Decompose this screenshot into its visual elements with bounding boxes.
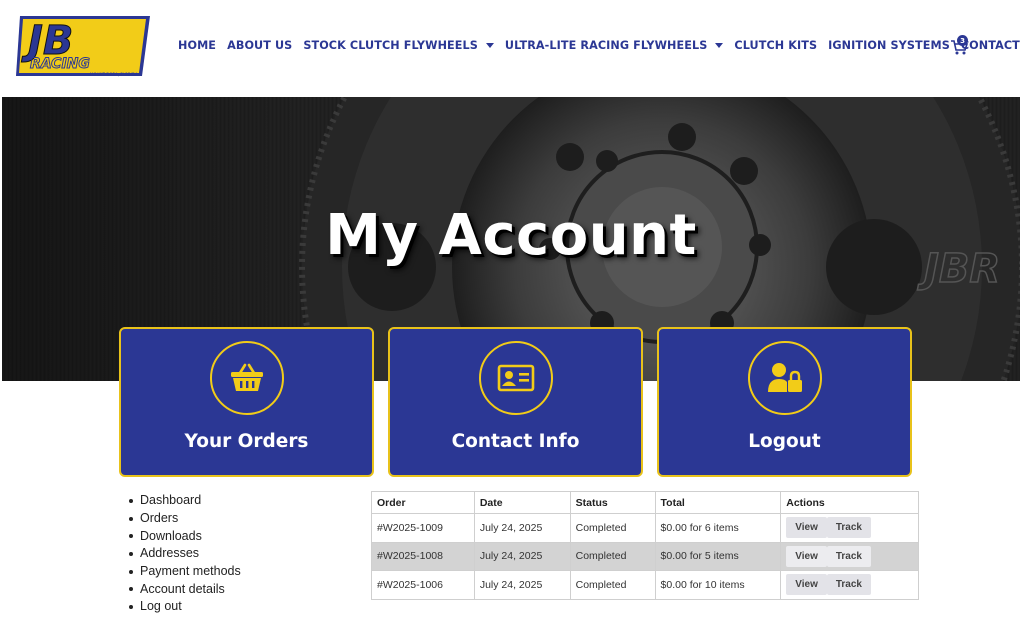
- order-total: $0.00 for 6 items: [654, 513, 782, 543]
- svg-text:MOUNT DORA, FLORIDA: MOUNT DORA, FLORIDA: [90, 72, 138, 77]
- account-nav-payment-methods[interactable]: Payment methods: [129, 563, 241, 581]
- nav-stock-clutch-flywheels[interactable]: STOCK CLUTCH FLYWHEELS: [303, 39, 494, 52]
- user-lock-icon: [767, 363, 802, 392]
- jb-racing-logo[interactable]: JB RACING MOUNT DORA, FLORIDA: [14, 14, 152, 80]
- order-number-link[interactable]: #W2025-1006: [371, 570, 475, 600]
- table-row: #W2025-1009 July 24, 2025 Completed $0.0…: [371, 513, 919, 543]
- bullet: [129, 604, 133, 609]
- nav-about-us[interactable]: ABOUT US: [227, 39, 292, 52]
- column-header-date: Date: [473, 491, 571, 514]
- account-nav-log-out[interactable]: Log out: [129, 598, 241, 616]
- bullet: [129, 587, 133, 592]
- order-number-link[interactable]: #W2025-1008: [371, 541, 475, 571]
- card-icon-circle: [478, 341, 553, 415]
- table-row: #W2025-1008 July 24, 2025 Completed $0.0…: [371, 541, 919, 571]
- column-header-order: Order: [371, 491, 475, 514]
- nav-ultra-lite-racing-flywheels[interactable]: ULTRA-LITE RACING FLYWHEELS: [505, 39, 724, 52]
- card-icon-circle: [209, 341, 284, 415]
- order-date: July 24, 2025: [473, 541, 571, 571]
- card-icon-circle: [747, 341, 822, 415]
- chevron-down-icon: [485, 43, 494, 48]
- id-card-icon: [497, 364, 534, 392]
- nav-clutch-kits[interactable]: CLUTCH KITS: [734, 39, 817, 52]
- order-total: $0.00 for 5 items: [654, 541, 782, 571]
- page-title: My Account: [325, 203, 697, 268]
- your-orders-card[interactable]: Your Orders: [119, 327, 374, 477]
- account-nav-dashboard[interactable]: Dashboard: [129, 492, 241, 510]
- column-header-total: Total: [654, 491, 782, 514]
- cart-count-badge: 3: [957, 35, 968, 46]
- card-label: Contact Info: [451, 431, 580, 452]
- view-order-button[interactable]: View: [786, 517, 827, 539]
- account-nav-account-details[interactable]: Account details: [129, 580, 241, 598]
- account-navigation: Dashboard Orders Downloads Addresses Pay…: [129, 492, 241, 616]
- bullet: [129, 516, 133, 521]
- column-header-actions: Actions: [780, 491, 919, 514]
- logout-card[interactable]: Logout: [657, 327, 912, 477]
- bullet: [129, 551, 133, 556]
- order-status: Completed: [569, 541, 656, 571]
- nav-ignition-systems[interactable]: IGNITION SYSTEMS: [828, 39, 950, 52]
- chevron-down-icon: [715, 43, 724, 48]
- view-order-button[interactable]: View: [786, 574, 827, 596]
- order-status: Completed: [569, 513, 656, 543]
- table-row: #W2025-1006 July 24, 2025 Completed $0.0…: [371, 570, 919, 600]
- order-date: July 24, 2025: [473, 570, 571, 600]
- main-nav: HOME ABOUT US STOCK CLUTCH FLYWHEELS ULT…: [178, 39, 1024, 52]
- account-nav-orders[interactable]: Orders: [129, 510, 241, 528]
- order-actions: View Track: [780, 541, 919, 571]
- view-order-button[interactable]: View: [786, 545, 827, 567]
- track-order-button[interactable]: Track: [826, 545, 871, 567]
- nav-home[interactable]: HOME: [178, 39, 216, 52]
- account-nav-addresses[interactable]: Addresses: [129, 545, 241, 563]
- card-label: Logout: [748, 431, 821, 452]
- bullet: [129, 569, 133, 574]
- bullet: [129, 534, 133, 539]
- order-actions: View Track: [780, 570, 919, 600]
- orders-table: Order Date Status Total Actions #W2025-1…: [371, 491, 919, 600]
- site-header: JB RACING MOUNT DORA, FLORIDA HOME ABOUT…: [0, 0, 1024, 97]
- order-status: Completed: [569, 570, 656, 600]
- track-order-button[interactable]: Track: [826, 517, 871, 539]
- svg-text:RACING: RACING: [30, 56, 90, 72]
- basket-icon: [230, 363, 263, 391]
- bullet: [129, 498, 133, 503]
- order-date: July 24, 2025: [473, 513, 571, 543]
- track-order-button[interactable]: Track: [826, 574, 871, 596]
- card-label: Your Orders: [184, 431, 309, 452]
- contact-info-card[interactable]: Contact Info: [388, 327, 643, 477]
- order-number-link[interactable]: #W2025-1009: [371, 513, 475, 543]
- account-nav-downloads[interactable]: Downloads: [129, 527, 241, 545]
- table-header-row: Order Date Status Total Actions: [371, 491, 919, 514]
- order-actions: View Track: [780, 513, 919, 543]
- order-total: $0.00 for 10 items: [654, 570, 782, 600]
- column-header-status: Status: [569, 491, 656, 514]
